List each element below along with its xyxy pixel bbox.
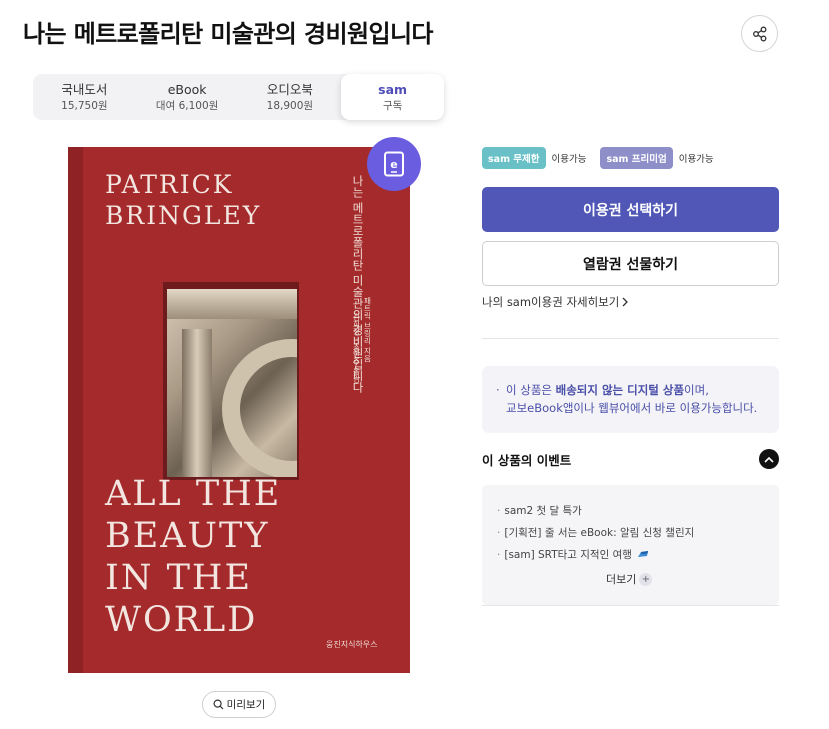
search-icon: [213, 699, 224, 710]
divider: [482, 605, 779, 606]
tab-label: sam: [378, 82, 408, 97]
plus-icon: +: [639, 572, 653, 586]
tab-domestic-book[interactable]: 국내도서 15,750원: [33, 74, 136, 120]
events-heading: 이 상품의 이벤트: [482, 453, 572, 468]
subscription-badges: sam 무제한 이용가능 sam 프리미엄 이용가능: [482, 147, 728, 169]
gift-pass-button[interactable]: 열람권 선물하기: [482, 241, 779, 286]
my-pass-label: 나의 sam이용권 자세히보기: [482, 295, 620, 309]
page-title: 나는 메트로폴리탄 미술관의 경비원입니다: [23, 20, 434, 48]
cover-title: ALL THE BEAUTY IN THE WORLD: [105, 474, 282, 640]
cover-vertical-author: 패트릭 브링리 지음: [363, 297, 372, 362]
digital-product-notice: · 이 상품은 배송되지 않는 디지털 상품이며, 교보eBook앱이나 웹뷰어에…: [482, 366, 779, 433]
format-tabs: 국내도서 15,750원 eBook 대여 6,100원 오디오북 18,900…: [33, 74, 444, 120]
tab-ebook[interactable]: eBook 대여 6,100원: [136, 74, 239, 120]
train-icon: [638, 551, 649, 557]
tab-price: 15,750원: [61, 100, 108, 112]
more-label: 더보기: [606, 573, 637, 586]
preview-label: 미리보기: [226, 699, 266, 711]
event-item[interactable]: · [sam] SRT타고 지적인 여행: [497, 544, 779, 566]
svg-text:e: e: [390, 158, 397, 171]
select-pass-button[interactable]: 이용권 선택하기: [482, 187, 779, 232]
tab-audiobook[interactable]: 오디오북 18,900원: [239, 74, 342, 120]
tab-price: 구독: [382, 100, 403, 112]
event-label: [sam] SRT타고 지적인 여행: [504, 549, 632, 561]
chevron-up-icon: [764, 456, 774, 463]
tab-price: 대여 6,100원: [155, 100, 219, 112]
preview-button[interactable]: 미리보기: [202, 691, 276, 718]
events-collapse-button[interactable]: [759, 449, 779, 469]
event-label: [기획전] 줄 서는 eBook: 알림 신청 챌린지: [504, 527, 695, 539]
notice-emphasis: 배송되지 않는 디지털 상품: [555, 383, 685, 397]
events-list: · sam2 첫 달 특가 · [기획전] 줄 서는 eBook: 알림 신청 챌린…: [482, 485, 779, 605]
chevron-right-icon: [622, 297, 629, 307]
book-cover: PATRICK BRINGLEY ALL THE BEAUTY IN THE W…: [68, 147, 410, 673]
sam-unlimited-badge: sam 무제한: [482, 147, 546, 169]
cover-publisher: 웅진지식하우스: [326, 640, 378, 649]
notice-text-1: 이 상품은: [506, 383, 556, 397]
sam-premium-badge: sam 프리미엄: [600, 147, 673, 169]
event-item[interactable]: · sam2 첫 달 특가: [497, 500, 779, 522]
cover-vertical-translator: 김희정 · 조현주 옮김: [352, 313, 361, 383]
notice-text-2: 이며,: [684, 383, 709, 397]
photo-column: [182, 329, 212, 477]
event-item[interactable]: · [기획전] 줄 서는 eBook: 알림 신청 챌린지: [497, 522, 779, 544]
cover-author: PATRICK BRINGLEY: [105, 170, 262, 230]
tab-price: 18,900원: [266, 100, 314, 112]
ebook-icon: e: [384, 151, 404, 177]
tab-label: 국내도서: [61, 82, 108, 97]
my-sam-pass-link[interactable]: 나의 sam이용권 자세히보기: [482, 294, 629, 310]
photo-arch: [222, 339, 297, 477]
tab-label: eBook: [167, 82, 207, 97]
photo-beam: [167, 289, 297, 319]
tab-sam[interactable]: sam 구독: [341, 74, 444, 120]
badge-note: 이용가능: [678, 154, 714, 165]
cover-photo: [167, 289, 297, 477]
bullet: ·: [496, 383, 500, 397]
divider: [482, 338, 779, 339]
share-icon: [752, 26, 766, 41]
ebook-badge: e: [367, 137, 421, 191]
tab-label: 오디오북: [266, 82, 313, 97]
cover-spine: [68, 147, 83, 673]
badge-note: 이용가능: [551, 154, 587, 165]
notice-line-2: 교보eBook앱이나 웹뷰어에서 바로 이용가능합니다.: [506, 401, 758, 415]
events-more-button[interactable]: 더보기 +: [606, 571, 653, 587]
share-button[interactable]: [741, 15, 778, 52]
event-label: sam2 첫 달 특가: [504, 505, 582, 517]
